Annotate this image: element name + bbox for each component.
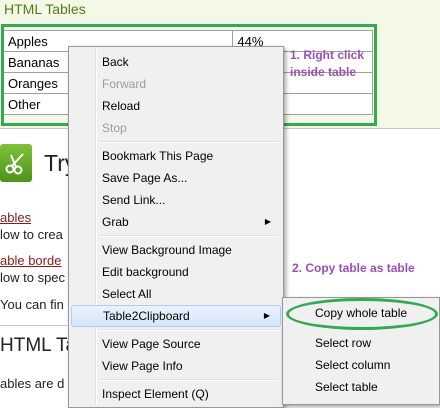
menu-item-label: Table2Clipboard [103, 309, 190, 323]
tables-link[interactable]: ables [0, 210, 31, 225]
menu-item-select-all[interactable]: Select All [71, 283, 281, 305]
submenu-item-select-column[interactable]: Select column [285, 354, 435, 376]
menu-item-label: Stop [102, 121, 127, 135]
menu-separator [99, 379, 279, 381]
menu-item-view-page-info[interactable]: View Page Info [71, 355, 281, 377]
menu-item-inspect-element[interactable]: Inspect Element (Q) [71, 383, 281, 405]
menu-separator [99, 329, 279, 331]
menu-separator [99, 141, 279, 143]
menu-item-save-page-as[interactable]: Save Page As... [71, 167, 281, 189]
body-text: ables are d [0, 376, 65, 391]
menu-item-reload[interactable]: Reload [71, 95, 281, 117]
menu-item-edit-background[interactable]: Edit background [71, 261, 281, 283]
table-border-link[interactable]: able borde [0, 253, 61, 268]
menu-item-label: Back [102, 55, 129, 69]
menu-item-label: Save Page As... [102, 171, 188, 185]
submenu-arrow-icon: ▶ [263, 311, 270, 320]
link-description: low to crea [0, 227, 63, 242]
menu-item-label: Send Link... [102, 193, 166, 207]
annotation-step1: 1. Right click inside table [290, 48, 365, 79]
copy-table-callout-oval [286, 298, 438, 330]
menu-separator [99, 235, 279, 237]
menu-item-stop: Stop [71, 117, 281, 139]
menu-item-table2clipboard[interactable]: Table2Clipboard ▶ [71, 305, 281, 327]
menu-item-back[interactable]: Back [71, 51, 281, 73]
submenu-item-label: Select table [315, 380, 378, 394]
menu-item-label: Reload [102, 99, 141, 113]
section-title: HTML Tables [4, 1, 86, 17]
menu-item-label: Forward [102, 77, 147, 91]
body-text: You can fin [0, 297, 64, 312]
submenu-arrow-icon: ▶ [264, 217, 271, 226]
submenu-item-label: Select row [315, 336, 372, 350]
menu-item-view-background-image[interactable]: View Background Image [71, 239, 281, 261]
menu-item-label: Edit background [102, 265, 189, 279]
submenu-item-select-row[interactable]: Select row [285, 332, 435, 354]
scissors-icon [0, 144, 32, 182]
menu-item-label: Select All [102, 287, 152, 301]
context-menu: Back Forward Reload Stop Bookmark This P… [68, 46, 284, 408]
menu-item-label: Grab [102, 215, 129, 229]
menu-item-view-page-source[interactable]: View Page Source [71, 333, 281, 355]
menu-item-label: View Background Image [102, 243, 232, 257]
submenu-item-select-table[interactable]: Select table [285, 376, 435, 398]
menu-item-label: View Page Info [102, 359, 183, 373]
menu-item-forward: Forward [71, 73, 281, 95]
menu-item-grab[interactable]: Grab ▶ [71, 211, 281, 233]
menu-item-label: Inspect Element (Q) [102, 387, 209, 401]
link-description: low to spec [0, 270, 66, 285]
menu-item-label: View Page Source [102, 337, 201, 351]
annotation-step2: 2. Copy table as table [292, 261, 415, 275]
submenu-item-label: Select column [315, 358, 391, 372]
menu-item-bookmark-page[interactable]: Bookmark This Page [71, 145, 281, 167]
menu-item-label: Bookmark This Page [102, 149, 214, 163]
menu-item-send-link[interactable]: Send Link... [71, 189, 281, 211]
